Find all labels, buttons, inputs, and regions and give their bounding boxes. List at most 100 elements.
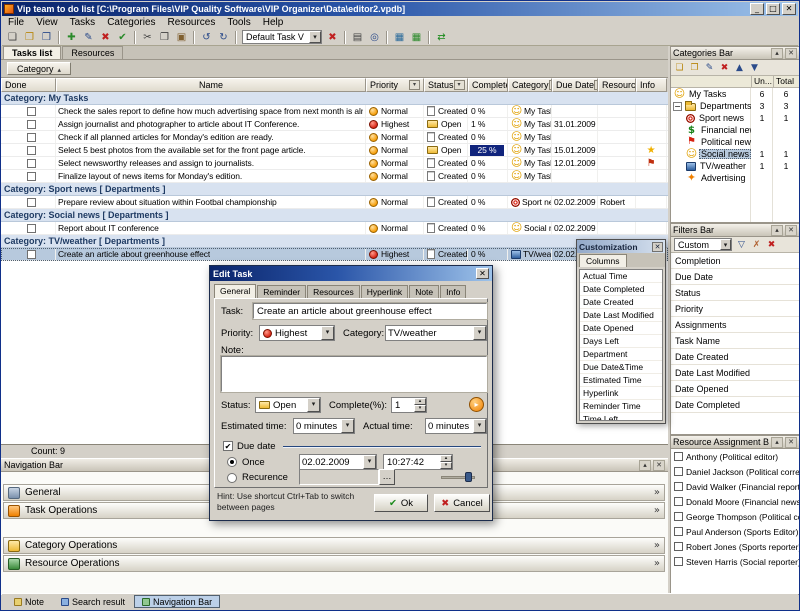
column-field-due-date-time[interactable]: Due Date&Time xyxy=(580,361,662,374)
filter-field-task-name[interactable]: Task Name xyxy=(671,333,799,349)
copy-icon[interactable]: ❐ xyxy=(156,30,173,45)
nav-section-resource-operations[interactable]: Resource Operations xyxy=(3,555,665,572)
chevron-right-icon[interactable] xyxy=(654,487,660,498)
edit-task-titlebar[interactable]: Edit Task xyxy=(210,266,492,281)
navigation-collapse-button[interactable] xyxy=(639,460,651,471)
column-field-actual-time[interactable]: Actual Time xyxy=(580,270,662,283)
menu-item-categories[interactable]: Categories xyxy=(101,16,161,29)
navigation-close-button[interactable] xyxy=(653,460,665,471)
dialog-tab-hyperlink[interactable]: Hyperlink xyxy=(361,285,408,298)
nav-section-category-operations[interactable]: Category Operations xyxy=(3,537,665,554)
dialog-tab-resources[interactable]: Resources xyxy=(307,285,360,298)
sync-icon[interactable]: ⇄ xyxy=(433,30,450,45)
export-html-icon[interactable]: ▦ xyxy=(391,30,408,45)
complete-task-icon[interactable]: ✔ xyxy=(114,30,131,45)
move-down-icon[interactable]: ▼ xyxy=(747,61,762,75)
close-button[interactable] xyxy=(782,3,796,15)
resource-checkbox[interactable] xyxy=(674,542,683,551)
export-excel-icon[interactable]: ▦ xyxy=(408,30,425,45)
task-row[interactable]: Report about IT conferenceNormalCreated0… xyxy=(1,222,668,235)
column-header-done[interactable]: Done xyxy=(1,78,56,92)
task-row[interactable]: Check if all planned articles for Monday… xyxy=(1,131,668,144)
category-tree-item-social-news[interactable]: Social news 1 1 xyxy=(671,148,799,160)
actual-time-dropdown-arrow[interactable] xyxy=(473,419,486,433)
done-checkbox[interactable] xyxy=(27,198,36,207)
filter-field-date-completed[interactable]: Date Completed xyxy=(671,397,799,413)
column-header-unread[interactable]: Un... xyxy=(751,76,773,87)
new-category-icon[interactable]: ❏ xyxy=(672,61,687,75)
category-tree-item-sport-news[interactable]: Sport news 1 1 xyxy=(671,112,799,124)
column-header-priority[interactable]: Priority xyxy=(366,78,424,92)
filter-preset-dropdown-arrow[interactable] xyxy=(720,239,731,250)
edit-category-icon[interactable]: ✎ xyxy=(702,61,717,75)
status-select[interactable]: Open xyxy=(255,397,321,413)
task-row[interactable]: Finalize layout of news items for Monday… xyxy=(1,170,668,183)
resource-item[interactable]: Donald Moore (Financial news editor) xyxy=(671,494,799,509)
resource-item[interactable]: Paul Anderson (Sports Editor) xyxy=(671,524,799,539)
filters-close-button[interactable] xyxy=(785,225,797,236)
delete-category-icon[interactable]: ✖ xyxy=(717,61,732,75)
task-row[interactable]: Check the sales report to define how muc… xyxy=(1,105,668,118)
done-checkbox[interactable] xyxy=(27,224,36,233)
filter-preset-select[interactable]: Custom xyxy=(674,238,732,251)
categories-collapse-button[interactable] xyxy=(771,48,783,59)
task-row[interactable]: Prepare review about situation within Fo… xyxy=(1,196,668,209)
dialog-tab-general[interactable]: General xyxy=(214,284,256,298)
move-up-icon[interactable]: ▲ xyxy=(732,61,747,75)
task-row[interactable]: Select newsworthy releases and assign to… xyxy=(1,157,668,170)
tab-resources[interactable]: Resources xyxy=(62,46,123,59)
clear-task-type-icon[interactable]: ✖ xyxy=(324,30,341,45)
category-select[interactable]: TV/weather xyxy=(385,325,487,341)
menu-item-tools[interactable]: Tools xyxy=(221,16,256,29)
category-tree-item-departments[interactable]: Departments 3 3 xyxy=(671,100,799,112)
column-field-date-opened[interactable]: Date Opened xyxy=(580,322,662,335)
task-view-select[interactable]: Default Task V xyxy=(242,30,322,44)
cancel-button[interactable]: Cancel xyxy=(434,494,490,512)
resource-checkbox[interactable] xyxy=(674,512,683,521)
chevron-right-icon[interactable] xyxy=(654,505,660,516)
done-checkbox[interactable] xyxy=(27,107,36,116)
bottom-tab-search-result[interactable]: Search result xyxy=(53,595,133,608)
filter-field-priority[interactable]: Priority xyxy=(671,301,799,317)
redo-icon[interactable]: ↻ xyxy=(215,30,232,45)
edit-task-icon[interactable]: ✎ xyxy=(80,30,97,45)
tab-tasks-list[interactable]: Tasks list xyxy=(3,46,61,59)
category-group-row[interactable]: Category: Social news [ Departments ] xyxy=(1,209,668,222)
column-header-total[interactable]: Total xyxy=(773,76,799,87)
group-by-category-chip[interactable]: Category▴ xyxy=(7,62,71,75)
ok-button[interactable]: Ok xyxy=(374,494,428,512)
resource-close-button[interactable] xyxy=(785,437,797,448)
resource-item[interactable]: David Walker (Financial reporter) xyxy=(671,479,799,494)
maximize-button[interactable] xyxy=(766,3,780,15)
filter-field-date-created[interactable]: Date Created xyxy=(671,349,799,365)
filter-field-status[interactable]: Status xyxy=(671,285,799,301)
resource-item[interactable]: Daniel Jackson (Political correspondent) xyxy=(671,464,799,479)
actual-time-select[interactable]: 0 minutes xyxy=(425,418,487,434)
resource-item[interactable]: Steven Harris (Social reporter) xyxy=(671,554,799,569)
filter-field-assignments[interactable]: Assignments xyxy=(671,317,799,333)
column-field-days-left[interactable]: Days Left xyxy=(580,335,662,348)
resource-checkbox[interactable] xyxy=(674,482,683,491)
spin-up-icon[interactable] xyxy=(414,398,426,405)
done-checkbox[interactable] xyxy=(27,172,36,181)
complete-percent-spinner[interactable]: 1 xyxy=(391,397,427,413)
spin-up-icon[interactable] xyxy=(440,455,452,462)
category-group-row[interactable]: Category: My Tasks xyxy=(1,92,668,105)
tree-expander-icon[interactable] xyxy=(673,102,682,111)
menu-item-help[interactable]: Help xyxy=(257,16,290,29)
resource-checkbox[interactable] xyxy=(674,557,683,566)
filters-collapse-button[interactable] xyxy=(771,225,783,236)
resource-item[interactable]: Robert Jones (Sports reporter) xyxy=(671,539,799,554)
column-header-due-date[interactable]: Due Date xyxy=(552,78,598,92)
customization-titlebar[interactable]: Customization xyxy=(577,240,665,253)
dialog-tab-info[interactable]: Info xyxy=(440,285,466,298)
column-header-info[interactable]: Info xyxy=(636,78,667,92)
menu-item-tasks[interactable]: Tasks xyxy=(64,16,102,29)
print-icon[interactable]: ▤ xyxy=(349,30,366,45)
column-header-category[interactable]: Category xyxy=(508,78,552,92)
task-row[interactable]: Select 5 best photos from the available … xyxy=(1,144,668,157)
priority-filter-icon[interactable] xyxy=(409,80,420,90)
done-checkbox[interactable] xyxy=(27,133,36,142)
column-field-reminder-time[interactable]: Reminder Time xyxy=(580,400,662,413)
column-field-date-last-modified[interactable]: Date Last Modified xyxy=(580,309,662,322)
